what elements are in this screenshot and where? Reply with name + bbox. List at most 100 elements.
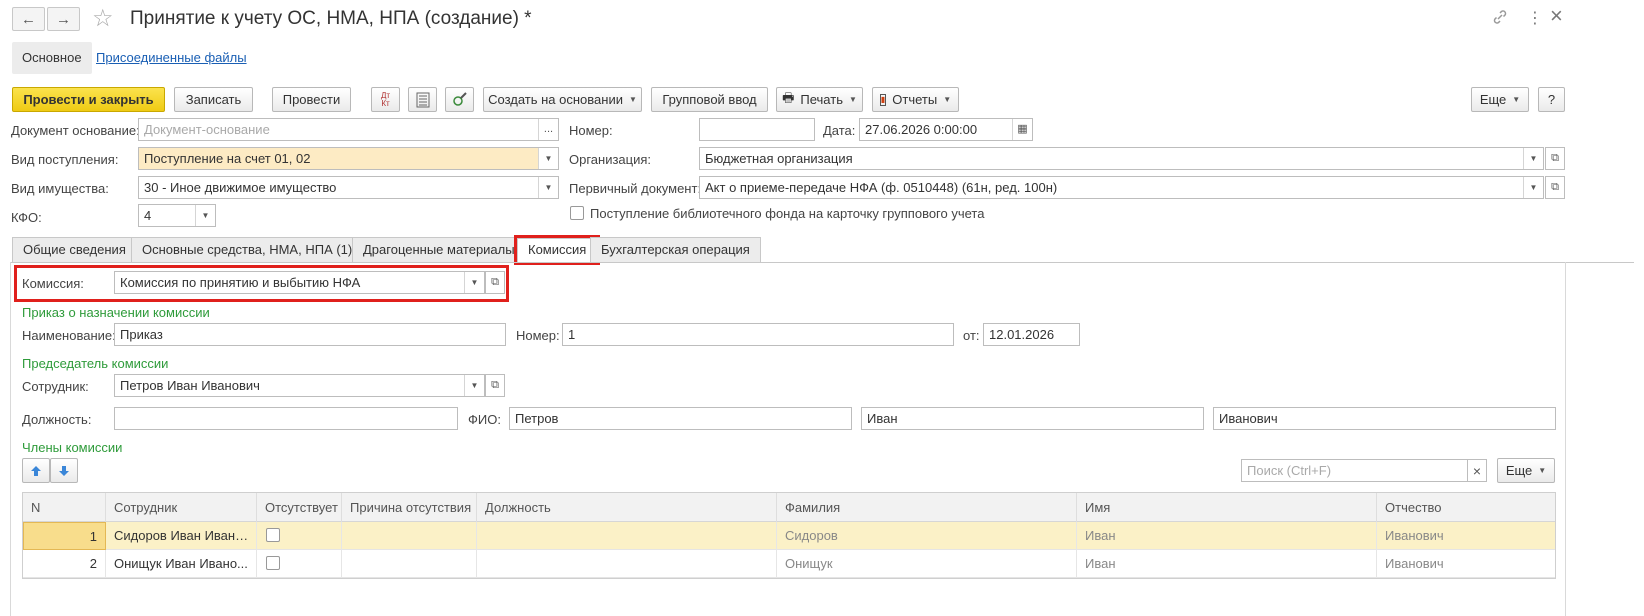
cell-n[interactable]: 2 (23, 550, 106, 578)
number-label: Номер: (569, 123, 613, 138)
tab-accounting-operation[interactable]: Бухгалтерская операция (590, 237, 761, 262)
cell-last-name[interactable]: Сидоров (777, 522, 1077, 550)
report-icon: ▮ (879, 93, 887, 106)
print-button[interactable]: 🖶 Печать ▼ (776, 87, 863, 112)
cell-reason[interactable] (342, 522, 477, 550)
col-first-name[interactable]: Имя (1077, 493, 1377, 522)
number-field[interactable] (699, 118, 815, 141)
cell-first-name[interactable]: Иван (1077, 550, 1377, 578)
date-field[interactable]: 27.06.2026 0:00:00 ▦ (859, 118, 1033, 141)
chevron-down-icon: ▼ (848, 95, 857, 104)
table-row[interactable]: 1 Сидоров Иван Ивано... Сидоров Иван Ива… (23, 522, 1555, 550)
group-input-button[interactable]: Групповой ввод (651, 87, 768, 112)
cell-employee[interactable]: Онищук Иван Ивано... (106, 550, 257, 578)
last-name-field[interactable]: Петров (509, 407, 852, 430)
save-button[interactable]: Записать (174, 87, 253, 112)
tab-general[interactable]: Общие сведения (12, 237, 137, 262)
col-reason[interactable]: Причина отсутствия (342, 493, 477, 522)
arrow-down-icon (59, 465, 69, 476)
calendar-icon[interactable]: ▦ (1012, 119, 1032, 140)
col-last-name[interactable]: Фамилия (777, 493, 1077, 522)
edit-pen-icon (452, 91, 467, 106)
patronymic-field[interactable]: Иванович (1213, 407, 1556, 430)
order-heading: Приказ о назначении комиссии (22, 305, 210, 320)
post-button[interactable]: Провести (272, 87, 351, 112)
tab-precious-materials[interactable]: Драгоценные материалы (352, 237, 526, 262)
back-button[interactable]: ← (12, 7, 45, 31)
absent-checkbox[interactable] (266, 556, 280, 570)
table-row[interactable]: 2 Онищук Иван Ивано... Онищук Иван Ивано… (23, 550, 1555, 578)
section-tab-main[interactable]: Основное (12, 42, 92, 74)
primary-doc-field[interactable]: Акт о приеме-передаче НФА (ф. 0510448) (… (699, 176, 1544, 199)
tab-fixed-assets[interactable]: Основные средства, НМА, НПА (1) (131, 237, 364, 262)
reports-button[interactable]: ▮ Отчеты ▼ (872, 87, 959, 112)
cell-position[interactable] (477, 550, 777, 578)
col-employee[interactable]: Сотрудник (106, 493, 257, 522)
move-up-button[interactable] (22, 458, 50, 483)
cell-employee[interactable]: Сидоров Иван Ивано... (106, 522, 257, 550)
search-input[interactable]: Поиск (Ctrl+F) (1241, 459, 1468, 482)
cell-position[interactable] (477, 522, 777, 550)
more-button[interactable]: Еще ▼ (1471, 87, 1529, 112)
kfo-field[interactable]: 4 ▼ (138, 204, 216, 227)
property-type-field[interactable]: 30 - Иное движимое имущество ▼ (138, 176, 559, 199)
col-n[interactable]: N (23, 493, 106, 522)
receipt-type-field[interactable]: Поступление на счет 01, 02 ▼ (138, 147, 559, 170)
open-org-icon[interactable]: ⧉ (1545, 147, 1565, 170)
select-ellipsis-icon[interactable]: ... (538, 119, 558, 140)
dt-kt-button[interactable]: Дт Кт (371, 87, 400, 112)
more-vertical-icon[interactable]: ⋮ (1527, 8, 1543, 28)
favorite-star-icon[interactable]: ☆ (92, 4, 114, 33)
cell-patronymic[interactable]: Иванович (1377, 550, 1557, 578)
post-and-close-button[interactable]: Провести и закрыть (12, 87, 165, 112)
employee-field[interactable]: Петров Иван Иванович ▼ (114, 374, 485, 397)
chevron-down-icon: ▼ (943, 95, 952, 104)
library-fund-checkbox[interactable] (570, 206, 584, 220)
dropdown-arrow-icon[interactable]: ▼ (195, 205, 215, 226)
close-icon[interactable]: × (1550, 3, 1563, 29)
absent-checkbox[interactable] (266, 528, 280, 542)
col-absent[interactable]: Отсутствует (257, 493, 342, 522)
dropdown-arrow-icon[interactable]: ▼ (1523, 148, 1543, 169)
clear-search-icon[interactable]: × (1467, 459, 1487, 482)
members-more-button[interactable]: Еще ▼ (1497, 458, 1555, 483)
dropdown-arrow-icon[interactable]: ▼ (464, 272, 484, 293)
org-field[interactable]: Бюджетная организация ▼ (699, 147, 1544, 170)
cell-last-name[interactable]: Онищук (777, 550, 1077, 578)
base-doc-label: Документ основание: (11, 123, 140, 138)
arrow-right-icon: → (56, 10, 71, 28)
open-employee-icon[interactable]: ⧉ (485, 374, 505, 397)
order-date-field[interactable]: 12.01.2026 (983, 323, 1080, 346)
cell-patronymic[interactable]: Иванович (1377, 522, 1557, 550)
section-tab-files[interactable]: Присоединенные файлы (86, 42, 257, 74)
library-fund-label: Поступление библиотечного фонда на карто… (590, 206, 985, 221)
open-commission-icon[interactable]: ⧉ (485, 271, 505, 294)
commission-field[interactable]: Комиссия по принятию и выбытию НФА ▼ (114, 271, 485, 294)
order-name-field[interactable]: Приказ (114, 323, 506, 346)
cell-n[interactable]: 1 (23, 522, 106, 550)
order-number-field[interactable]: 1 (562, 323, 954, 346)
cell-reason[interactable] (342, 550, 477, 578)
help-button[interactable]: ? (1538, 87, 1565, 112)
chevron-down-icon: ▼ (628, 95, 637, 104)
dt-kt-icon: Дт Кт (380, 90, 391, 108)
position-field[interactable] (114, 407, 458, 430)
cell-first-name[interactable]: Иван (1077, 522, 1377, 550)
forward-button[interactable]: → (47, 7, 80, 31)
dropdown-arrow-icon[interactable]: ▼ (1523, 177, 1543, 198)
journal-button[interactable] (408, 87, 437, 112)
link-icon[interactable] (1492, 9, 1508, 28)
dropdown-arrow-icon[interactable]: ▼ (464, 375, 484, 396)
dropdown-arrow-icon[interactable]: ▼ (538, 148, 558, 169)
base-doc-field[interactable]: Документ-основание ... (138, 118, 559, 141)
open-primary-doc-icon[interactable]: ⧉ (1545, 176, 1565, 199)
move-down-button[interactable] (50, 458, 78, 483)
structure-button[interactable] (445, 87, 474, 112)
chevron-down-icon: ▼ (1512, 95, 1521, 104)
tab-commission[interactable]: Комиссия (513, 235, 601, 265)
dropdown-arrow-icon[interactable]: ▼ (538, 177, 558, 198)
create-based-button[interactable]: Создать на основании ▼ (483, 87, 642, 112)
col-position[interactable]: Должность (477, 493, 777, 522)
first-name-field[interactable]: Иван (861, 407, 1204, 430)
col-patronymic[interactable]: Отчество (1377, 493, 1557, 522)
